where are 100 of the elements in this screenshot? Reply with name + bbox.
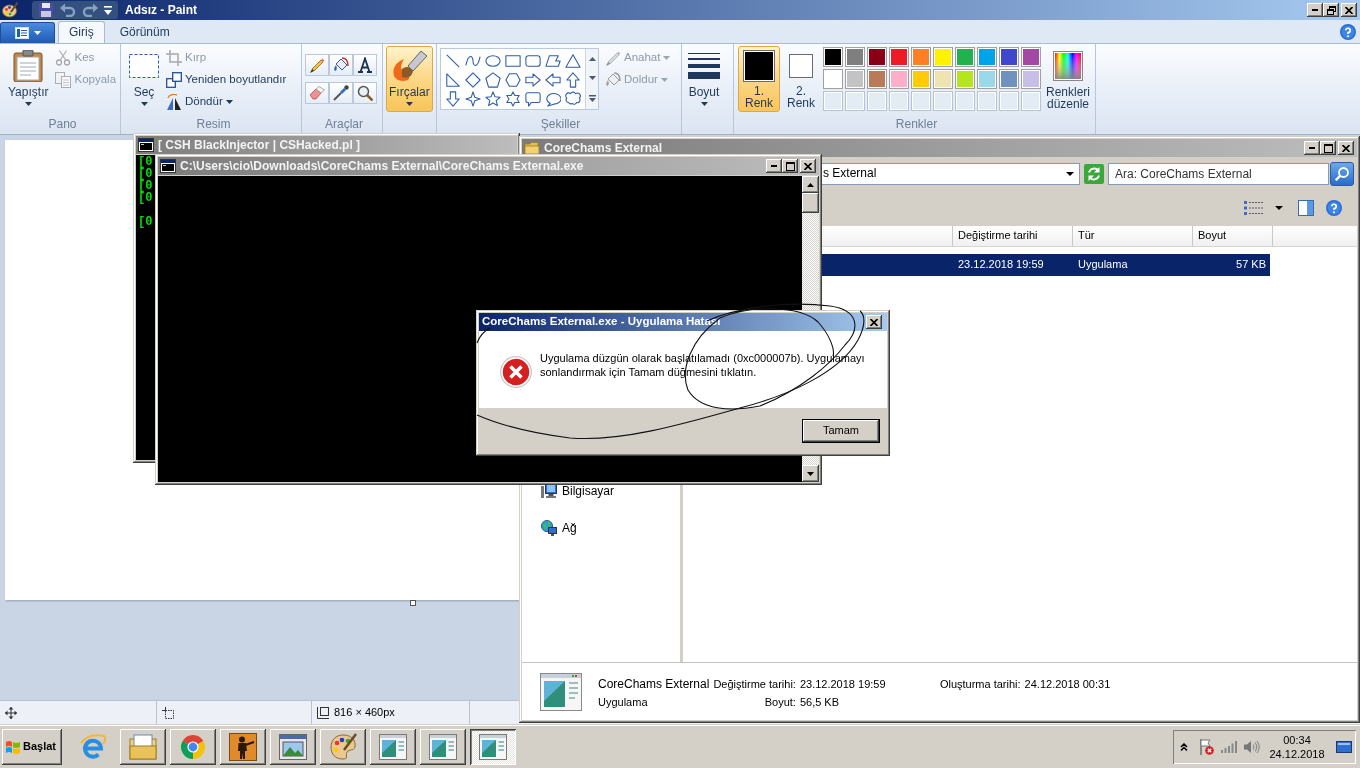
color-picker-tool[interactable] [329, 82, 353, 104]
palette-icon[interactable] [2, 2, 18, 18]
empty-color-slot[interactable] [1021, 91, 1041, 111]
scroll-thumb[interactable] [802, 193, 819, 213]
empty-color-slot[interactable] [933, 91, 953, 111]
right-triangle-shape-icon[interactable] [445, 71, 461, 88]
caret-icon[interactable] [1275, 205, 1283, 210]
triangle-shape-icon[interactable] [565, 52, 581, 69]
column-header[interactable]: Değiştirme tarihi [953, 226, 1073, 246]
color-swatch[interactable] [911, 47, 931, 67]
close-button[interactable] [800, 159, 816, 173]
taskbar-button[interactable] [120, 729, 166, 765]
caret-icon[interactable] [104, 5, 112, 15]
minimize-button[interactable] [1304, 141, 1320, 155]
search-field[interactable]: Ara: CoreChams External [1108, 162, 1329, 185]
taskbar-button[interactable] [270, 729, 316, 765]
fill-tool[interactable] [329, 54, 353, 76]
search-button[interactable] [1330, 161, 1354, 186]
paste-button[interactable]: Yapıştır [5, 46, 52, 112]
color-swatch[interactable] [911, 69, 931, 89]
caret-icon[interactable] [1066, 171, 1074, 176]
help-icon[interactable] [1326, 199, 1342, 216]
maximize-button[interactable] [1320, 141, 1336, 155]
restore-button[interactable] [1323, 3, 1339, 17]
empty-color-slot[interactable] [889, 91, 909, 111]
taskbar-button[interactable] [320, 729, 366, 765]
close-button[interactable] [1338, 141, 1354, 155]
taskbar-button[interactable] [220, 729, 266, 765]
oval-callout-shape-icon[interactable] [545, 90, 561, 107]
ok-button[interactable]: Tamam [802, 419, 880, 443]
address-field[interactable]: s External [821, 162, 1080, 185]
help-icon[interactable] [1340, 23, 1356, 40]
flag-warning-icon[interactable] [1198, 739, 1214, 755]
empty-color-slot[interactable] [845, 91, 865, 111]
up-arrow-shape-icon[interactable] [565, 71, 581, 88]
nav-item[interactable]: Ağ [541, 519, 577, 537]
chevron-icon[interactable] [1180, 743, 1188, 751]
view-list-icon[interactable] [1244, 200, 1264, 215]
color-swatch[interactable] [999, 47, 1019, 67]
expand-gallery-icon[interactable] [588, 94, 596, 102]
close-button[interactable] [1341, 3, 1357, 17]
taskbar-button[interactable] [170, 729, 216, 765]
taskbar-button[interactable] [370, 729, 416, 765]
color-swatch[interactable] [1021, 69, 1041, 89]
pencil-tool[interactable] [305, 54, 329, 76]
color-slot-button[interactable]: 2. Renk [782, 46, 820, 112]
scroll-up-button[interactable] [802, 176, 819, 193]
color-swatch[interactable] [889, 69, 909, 89]
hexagon-shape-icon[interactable] [505, 71, 521, 88]
column-header[interactable]: Boyut [1193, 226, 1273, 246]
right-arrow-shape-icon[interactable] [525, 71, 541, 88]
color-swatch[interactable] [889, 47, 909, 67]
six-point-star-shape-icon[interactable] [505, 90, 521, 107]
left-arrow-shape-icon[interactable] [545, 71, 561, 88]
file-row[interactable]: 23.12.2018 19:59 Uygulama 57 KB [821, 254, 1270, 276]
text-tool[interactable] [353, 54, 377, 76]
save-icon[interactable] [38, 2, 54, 18]
scroll-down-button[interactable] [802, 465, 819, 482]
minimize-button[interactable] [1307, 3, 1323, 17]
start-button[interactable]: Başlat [2, 729, 62, 765]
empty-color-slot[interactable] [823, 91, 843, 111]
column-header[interactable]: Tür [1073, 226, 1193, 246]
ribbon-tab[interactable]: Görünüm [108, 21, 181, 43]
oval-shape-icon[interactable] [485, 52, 501, 69]
color-swatch[interactable] [845, 69, 865, 89]
app-menu-button[interactable] [0, 22, 55, 43]
color-swatch[interactable] [999, 69, 1019, 89]
empty-color-slot[interactable] [955, 91, 975, 111]
cloud-callout-shape-icon[interactable] [565, 90, 581, 107]
select-button[interactable]: Seç [126, 46, 162, 112]
color-swatch[interactable] [977, 47, 997, 67]
empty-color-slot[interactable] [867, 91, 887, 111]
edit-colors-button[interactable]: Renkleri düzenle [1043, 46, 1093, 112]
preview-pane-icon[interactable] [1298, 199, 1314, 216]
empty-color-slot[interactable] [999, 91, 1019, 111]
rounded-rectangle-shape-icon[interactable] [525, 52, 541, 69]
color-swatch[interactable] [867, 69, 887, 89]
minimize-button[interactable] [766, 159, 782, 173]
ribbon-tab[interactable]: Giriş [58, 21, 105, 43]
brushes-button[interactable]: Fırçalar [386, 46, 433, 112]
empty-color-slot[interactable] [911, 91, 931, 111]
line-shape-icon[interactable] [445, 52, 461, 69]
color-swatch[interactable] [823, 47, 843, 67]
clock-time[interactable]: 00:34 [1283, 733, 1311, 747]
rotate-button[interactable]: Döndür [163, 91, 290, 113]
speaker-icon[interactable] [1244, 740, 1260, 754]
rounded-callout-shape-icon[interactable] [525, 90, 541, 107]
redo-icon[interactable] [82, 3, 98, 17]
color-swatch[interactable] [977, 69, 997, 89]
color-swatch[interactable] [845, 47, 865, 67]
four-point-star-shape-icon[interactable] [465, 90, 481, 107]
scroll-down-icon[interactable] [588, 75, 596, 80]
color-slot-button[interactable]: 1. Renk [738, 46, 780, 112]
five-point-star-shape-icon[interactable] [485, 90, 501, 107]
polygon-shape-icon[interactable] [545, 52, 561, 69]
color-swatch[interactable] [933, 47, 953, 67]
taskbar-button[interactable] [420, 729, 466, 765]
resize-handle[interactable] [410, 600, 416, 606]
empty-color-slot[interactable] [977, 91, 997, 111]
diamond-shape-icon[interactable] [465, 71, 481, 88]
